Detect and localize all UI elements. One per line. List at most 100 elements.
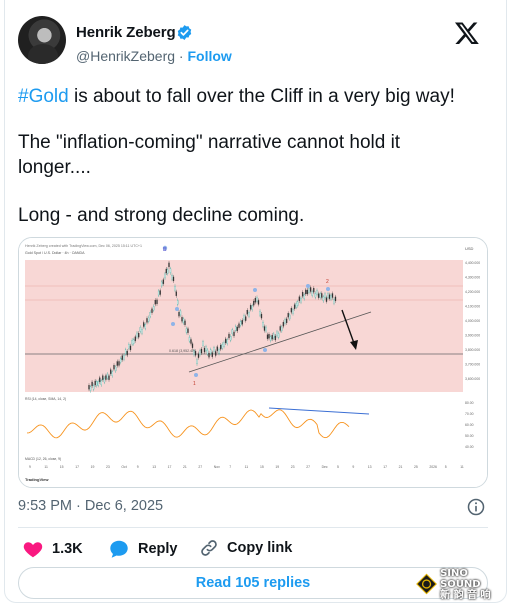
author-handle-row: @HenrikZeberg · Follow — [76, 48, 232, 64]
candle-body — [208, 353, 210, 358]
like-button[interactable]: 1.3K — [22, 538, 83, 560]
candle-body — [284, 319, 286, 324]
candle-body — [246, 310, 248, 315]
price-tick-label: 3,900.000 — [465, 334, 480, 338]
copy-link-button[interactable]: Copy link — [199, 538, 292, 558]
candle-body — [146, 318, 148, 323]
candle-body — [221, 344, 223, 349]
candle-body — [185, 328, 188, 333]
candle-body — [327, 293, 329, 298]
candle-body — [96, 381, 98, 386]
candle-body — [279, 326, 281, 331]
candle-body — [202, 341, 204, 346]
reply-label: Reply — [138, 541, 178, 557]
date-tick-label: 23 — [106, 465, 110, 469]
info-icon[interactable] — [466, 497, 486, 517]
fib-label: 0.618 (3,952.48) — [169, 349, 195, 353]
candle-body — [289, 314, 291, 320]
candle-body — [111, 371, 113, 376]
tweet-text-line-2: The "inflation-coming" narrative cannot … — [18, 132, 401, 153]
candle-body — [167, 269, 169, 274]
author-avatar[interactable] — [18, 16, 66, 64]
candle-body — [156, 299, 158, 305]
hashtag-link[interactable]: #Gold — [18, 86, 69, 107]
link-icon — [201, 540, 217, 556]
candle-body — [169, 268, 172, 274]
date-tick-label: Dec — [322, 465, 328, 469]
candle-body — [313, 288, 315, 293]
candle-body — [215, 351, 217, 356]
candle-body — [330, 294, 332, 300]
candle-body — [116, 361, 118, 366]
tweet-timestamp[interactable]: 9:53 PM · Dec 6, 2025 — [18, 498, 163, 514]
candle-body — [182, 318, 185, 324]
candle-body — [171, 275, 173, 280]
date-tick-label: 17 — [168, 465, 172, 469]
candle-body — [91, 381, 93, 387]
price-tick-label: 3,800.000 — [465, 348, 480, 352]
candle-body — [199, 350, 201, 355]
author-handle[interactable]: @HenrikZeberg — [76, 48, 175, 64]
candle-body — [144, 324, 146, 329]
candle-body — [316, 290, 318, 295]
follow-button[interactable]: Follow — [187, 48, 231, 64]
candle-body — [281, 326, 283, 332]
candle-body — [271, 334, 273, 340]
candle-body — [306, 289, 309, 295]
tweet-text-line-1: #Gold is about to fall over the Cliff in… — [18, 84, 455, 109]
candle-body — [97, 381, 99, 386]
candle-body — [228, 333, 230, 339]
date-tick-label: 13 — [152, 465, 156, 469]
candle-body — [230, 336, 232, 341]
candle-body — [256, 297, 258, 302]
price-tick-label: 4,200.000 — [465, 290, 480, 294]
candle-body — [276, 331, 278, 337]
date-tick-label: 9 — [137, 465, 139, 469]
rsi-panel — [25, 395, 463, 461]
candle-body — [148, 317, 150, 322]
wave-label-b: B — [163, 247, 167, 253]
candle-body — [94, 380, 96, 386]
candle-body — [314, 293, 317, 298]
candle-body — [273, 333, 275, 339]
separator-dot: · — [178, 48, 184, 64]
candle-body — [225, 338, 227, 344]
candle-body — [126, 350, 128, 356]
candle-body — [100, 380, 102, 385]
candle-body — [235, 326, 237, 331]
tweet-text-line-3: longer.... — [18, 157, 91, 178]
x-logo-icon[interactable] — [454, 20, 480, 46]
candle-body — [191, 343, 194, 348]
chart-image[interactable]: Henrik Zeberg created with TradingView.c… — [18, 237, 488, 488]
price-tick-label: 3,600.000 — [465, 377, 480, 381]
candle-body — [268, 334, 270, 339]
candle-body — [165, 268, 167, 274]
candle-body — [285, 318, 288, 324]
price-tick-label: 4,000.000 — [465, 319, 480, 323]
candle-body — [131, 339, 133, 345]
candle-body — [138, 333, 140, 338]
candle-body — [319, 293, 321, 298]
candle-body — [184, 320, 186, 326]
candle-body — [123, 355, 125, 360]
candle-body — [102, 375, 104, 380]
date-tick-label: 17 — [75, 465, 79, 469]
chart-symbol-line: Gold Spot / U.S. Dollar · 4h · OANDA — [25, 251, 85, 255]
chart-svg: Henrik Zeberg created with TradingView.c… — [19, 238, 487, 487]
candle-body — [325, 297, 328, 302]
candle-body — [274, 335, 277, 341]
date-tick-label: 19 — [275, 465, 279, 469]
candle-body — [187, 328, 189, 333]
author-name[interactable]: Henrik Zeberg — [76, 24, 176, 41]
heart-icon — [23, 542, 43, 558]
candle-body — [162, 279, 165, 284]
sino-sound-logo-icon — [416, 573, 437, 595]
reply-button[interactable]: Reply — [108, 538, 178, 560]
candle-body — [197, 353, 200, 358]
candle-body — [260, 313, 263, 319]
date-tick-label: 9 — [352, 465, 354, 469]
date-tick-label: 15 — [260, 465, 264, 469]
date-tick-label: 7 — [229, 465, 231, 469]
candle-body — [317, 293, 320, 298]
candle-body — [203, 347, 206, 353]
